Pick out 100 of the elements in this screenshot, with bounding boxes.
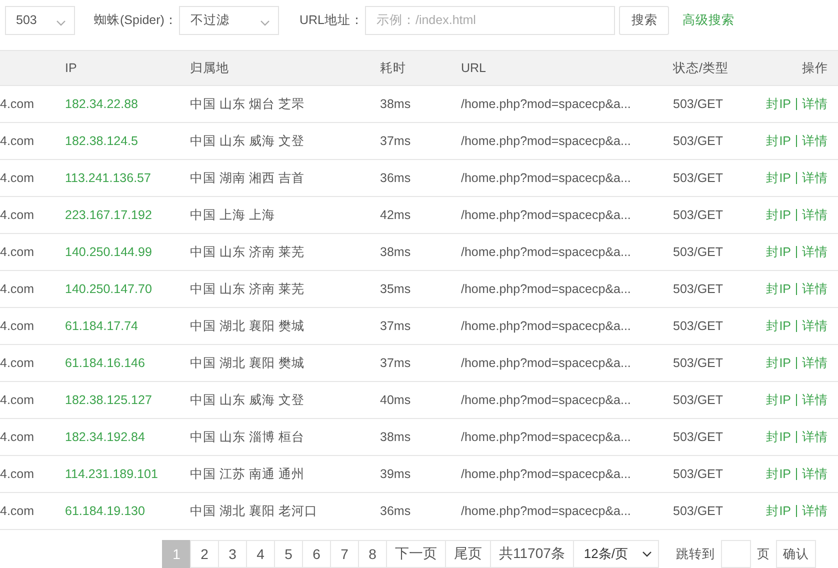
action-link[interactable]: 详情 [796,505,828,517]
search-button[interactable]: 搜索 [619,6,670,34]
table-cell-text: 4.com [0,245,36,259]
url-input[interactable]: 示例：/index.html [365,6,616,34]
url-cell-text: /home.php?mod=spacecp&a... [460,208,632,222]
action-link[interactable]: 详情 [796,468,828,480]
ip-cell-text: 114.231.189.101 [64,467,159,481]
page-button[interactable]: 1 [162,540,191,568]
url-cell-text: /home.php?mod=spacecp&a... [460,245,632,259]
table-cell-text: 503/GET [672,208,724,222]
action-link[interactable]: 封IP [761,318,796,334]
page-button[interactable]: 3 [218,540,247,568]
action-link[interactable]: 详情 [796,283,828,295]
action-link[interactable]: 详情 [796,431,828,443]
table-cell-text: 中国 山东 威海 文登 [189,392,306,408]
page-button[interactable]: 7 [330,540,359,568]
page-button[interactable]: 6 [302,540,331,568]
action-link[interactable]: 封IP [761,354,796,372]
table-cell-text: 42ms [379,208,412,222]
page-button[interactable]: 8 [358,540,387,568]
page-unit-label: 页 [756,546,770,562]
column-header: IP [64,61,78,75]
table-cell-text: 39ms [379,467,412,481]
url-cell-text: /home.php?mod=spacecp&a... [460,171,632,185]
table-cell-text: 503/GET [672,393,724,407]
page-input[interactable] [720,540,751,568]
table-cell-text: 503/GET [672,282,724,296]
url-cell-text: /home.php?mod=spacecp&a... [460,319,632,333]
column-header: 操作 [801,60,829,76]
column-header: URL [460,61,488,75]
url-cell-text: /home.php?mod=spacecp&a... [460,282,632,296]
table-cell-text: 4.com [0,504,36,518]
column-header: 归属地 [189,60,230,76]
table-cell-text: 4.com [0,208,36,222]
action-link[interactable]: 详情 [796,98,828,110]
table-cell-text: 40ms [379,393,412,407]
table-cell-text: 37ms [379,134,412,148]
table-cell-text: 中国 山东 烟台 芝罘 [189,96,306,112]
action-link[interactable]: 封IP [761,466,796,482]
table-cell-text: 4.com [0,134,36,148]
table-cell-text: 503/GET [672,356,724,370]
table-cell-text: 中国 湖北 襄阳 樊城 [189,354,306,372]
action-link[interactable]: 封IP [761,244,796,260]
column-header: 耗时 [379,60,407,76]
ip-cell-text: 223.167.17.192 [64,208,153,222]
action-link[interactable]: 详情 [796,209,828,221]
jump-label: 跳转到 [676,546,715,562]
caret-icon [260,20,270,26]
next-page-button[interactable]: 下一页 [386,540,446,568]
table-cell-text: 503/GET [672,319,724,333]
table-cell-text: 37ms [379,319,412,333]
total-count: 共11707条 [490,540,574,568]
action-link[interactable]: 详情 [796,320,828,332]
table-cell-text: 503/GET [672,134,724,148]
url-label: URL地址： [299,12,364,28]
action-link[interactable]: 封IP [761,392,796,408]
table-cell-text: 35ms [379,282,412,296]
action-link[interactable]: 封IP [761,206,796,224]
page-button[interactable]: 4 [246,540,275,568]
table-cell-text: 38ms [379,430,412,444]
url-cell-text: /home.php?mod=spacecp&a... [460,467,632,481]
table-cell-text: 4.com [0,319,36,333]
ip-cell-text: 182.34.192.84 [64,430,146,444]
table-cell-text: 36ms [379,171,412,185]
last-page-button[interactable]: 尾页 [445,540,491,568]
status-select[interactable]: 503 [5,6,75,34]
url-cell-text: /home.php?mod=spacecp&a... [460,393,632,407]
spider-select[interactable]: 不过滤 [179,6,280,34]
table-cell-text: 中国 江苏 南通 通州 [189,466,306,482]
ip-cell-text: 61.184.17.74 [64,319,139,333]
table-cell-text: 37ms [379,356,412,370]
table-cell-text: 503/GET [672,97,724,111]
action-link[interactable]: 详情 [796,357,828,369]
action-link[interactable]: 详情 [796,135,828,147]
action-link[interactable]: 封IP [761,96,796,112]
action-link[interactable]: 封IP [761,280,796,298]
action-link[interactable]: 封IP [761,170,796,186]
ip-cell-text: 140.250.147.70 [64,282,153,296]
per-page-select[interactable]: 12条/页 [572,540,659,568]
table-cell-text: 503/GET [672,171,724,185]
ip-cell-text: 113.241.136.57 [64,171,152,185]
page-button[interactable]: 2 [190,540,219,568]
url-cell-text: /home.php?mod=spacecp&a... [460,97,632,111]
action-link[interactable]: 封IP [761,132,796,150]
table-cell-text: 4.com [0,467,36,481]
table-cell-text: 503/GET [672,430,724,444]
caret-icon [56,20,66,26]
url-cell-text: /home.php?mod=spacecp&a... [460,356,632,370]
url-cell-text: /home.php?mod=spacecp&a... [460,504,632,518]
action-link[interactable]: 详情 [796,246,828,258]
action-link[interactable]: 详情 [796,172,828,184]
table-cell-text: 38ms [379,97,412,111]
action-link[interactable]: 封IP [761,502,796,520]
advanced-search-link[interactable]: 高级搜索 [682,12,734,28]
table-cell-text: 4.com [0,171,36,185]
confirm-button[interactable]: 确认 [776,540,816,568]
table-cell-text: 38ms [379,245,412,259]
action-link[interactable]: 封IP [761,428,796,446]
action-link[interactable]: 详情 [796,394,828,406]
page-button[interactable]: 5 [274,540,303,568]
